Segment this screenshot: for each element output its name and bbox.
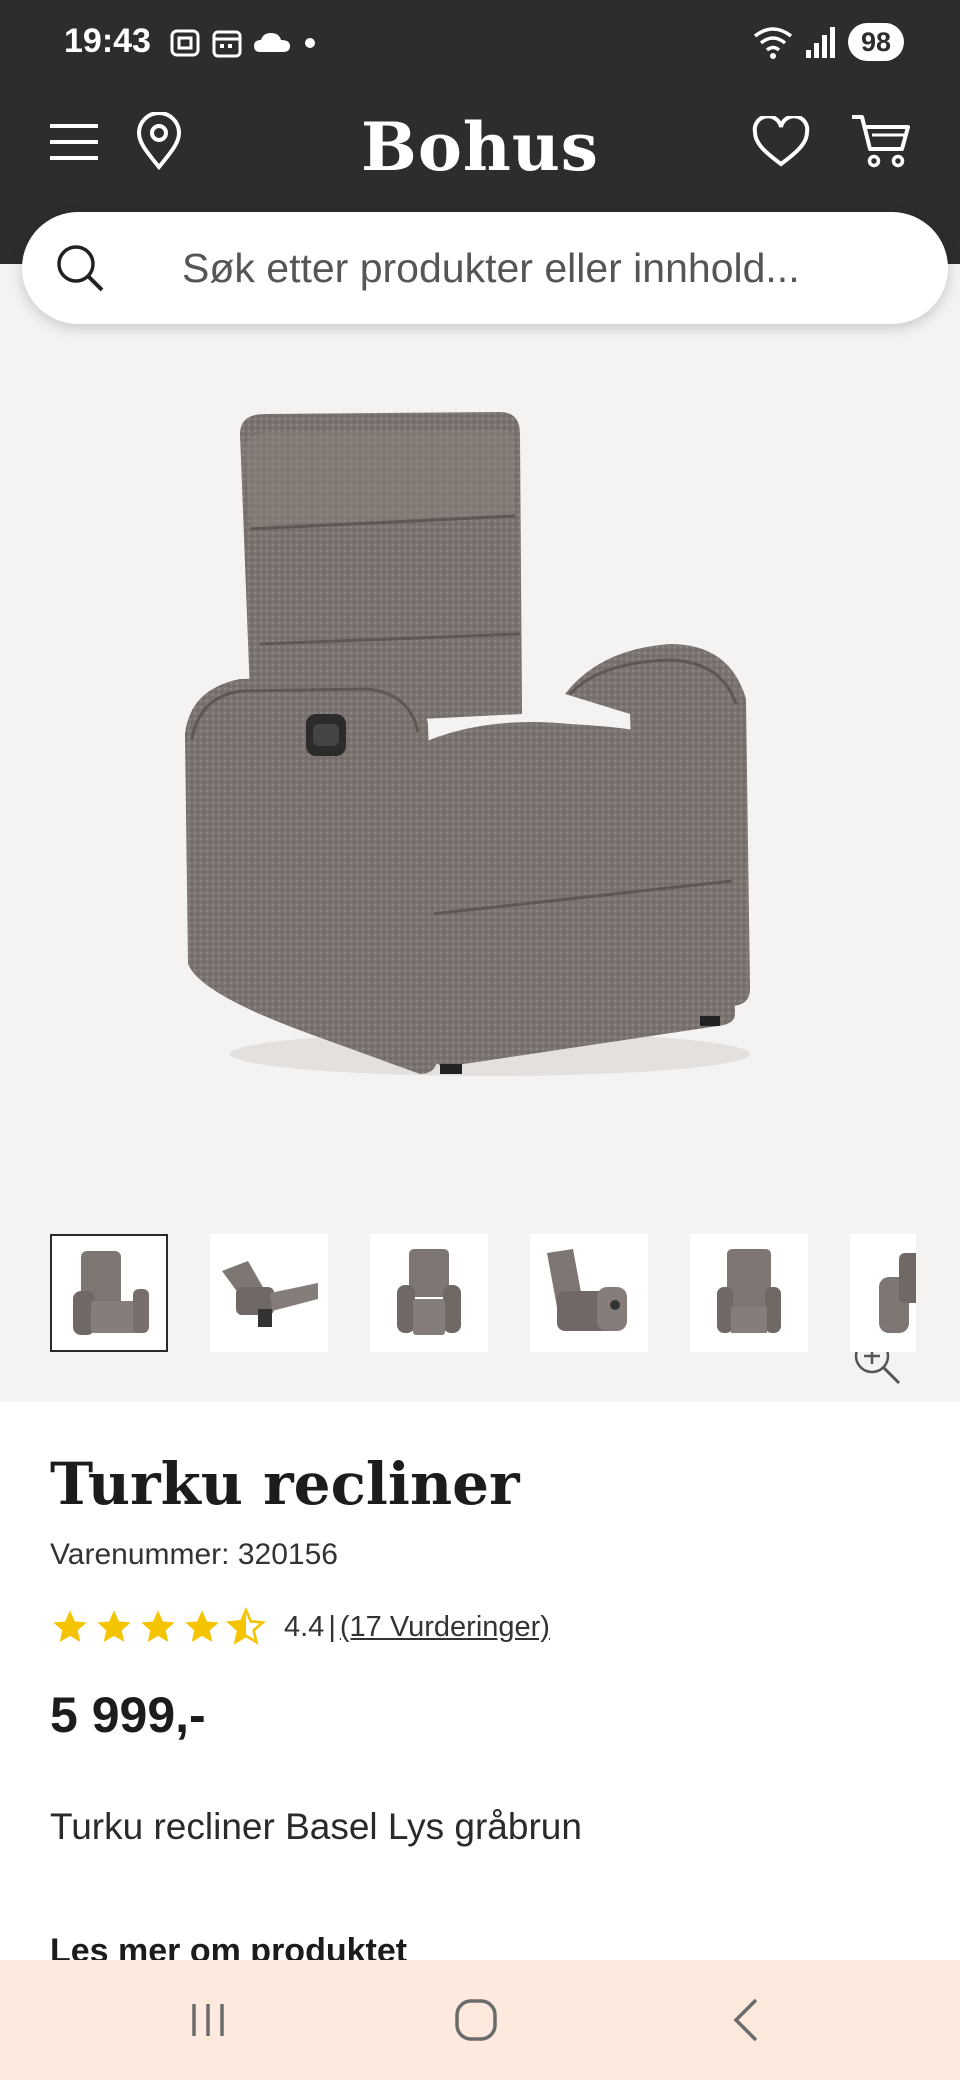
status-time: 19:43 [64,22,151,60]
star-icon [185,1610,219,1642]
back-button[interactable] [706,1980,786,2060]
recent-apps-button[interactable] [168,1980,248,2060]
thumbnail-2[interactable] [210,1234,328,1352]
thumbnail-image [547,1249,627,1331]
thumbnail-image [879,1253,916,1333]
cart-button[interactable] [846,108,916,174]
thumbnail-image [222,1261,318,1327]
app-screen: 19:43 98 Bohus Turku recliner Varenummer… [0,0,960,2080]
wifi-icon [753,27,793,59]
product-gallery [0,264,960,1402]
thumbnail-image [717,1249,781,1333]
rating-separator: | [328,1610,336,1643]
star-half-icon [226,1607,266,1645]
system-navbar [0,1960,960,2080]
thumbnail-1[interactable] [50,1234,168,1352]
status-bar: 19:43 98 [0,0,960,88]
star-icon [53,1610,87,1642]
search-input[interactable] [182,212,922,324]
thumbnail-image [397,1249,461,1335]
search-bar[interactable] [22,212,948,324]
thumbnail-5[interactable] [690,1234,808,1352]
product-sku: Varenummer: 320156 [50,1538,338,1571]
thumbnail-6[interactable] [850,1234,916,1352]
status-icons-right: 98 [752,22,904,62]
product-price: 5 999,- [50,1687,206,1743]
product-main-image[interactable] [170,394,810,1094]
rating-stars [50,1607,266,1647]
product-title: Turku recliner [50,1450,520,1518]
search-icon [57,245,104,292]
thumbnail-3[interactable] [370,1234,488,1352]
cart-icon [852,115,910,168]
wishlist-button[interactable] [748,110,814,174]
calendar-icon [212,30,242,58]
thumbnail-image [73,1251,149,1335]
status-icons-left [168,26,320,60]
back-icon [733,1998,758,2042]
thumbnail-4[interactable] [530,1234,648,1352]
reviews-link[interactable]: (17 Vurderinger) [340,1611,550,1644]
home-button[interactable] [436,1980,516,2060]
star-icon [97,1610,131,1642]
bohus-logo[interactable]: Bohus [0,108,960,186]
signal-icon [806,27,835,58]
star-icon [141,1610,175,1642]
dot-icon [305,38,315,48]
thumbnail-strip [50,1234,916,1352]
cloud-icon [254,33,290,52]
home-icon [455,1999,497,2041]
product-description: Turku recliner Basel Lys gråbrun [50,1806,582,1847]
battery-indicator: 98 [848,23,904,61]
screenshot-icon [170,29,200,57]
product-rating: 4.4 | (17 Vurderinger) [50,1604,550,1650]
rating-value: 4.4 [284,1610,325,1643]
heart-icon [752,116,810,167]
recent-apps-icon [192,2004,224,2036]
